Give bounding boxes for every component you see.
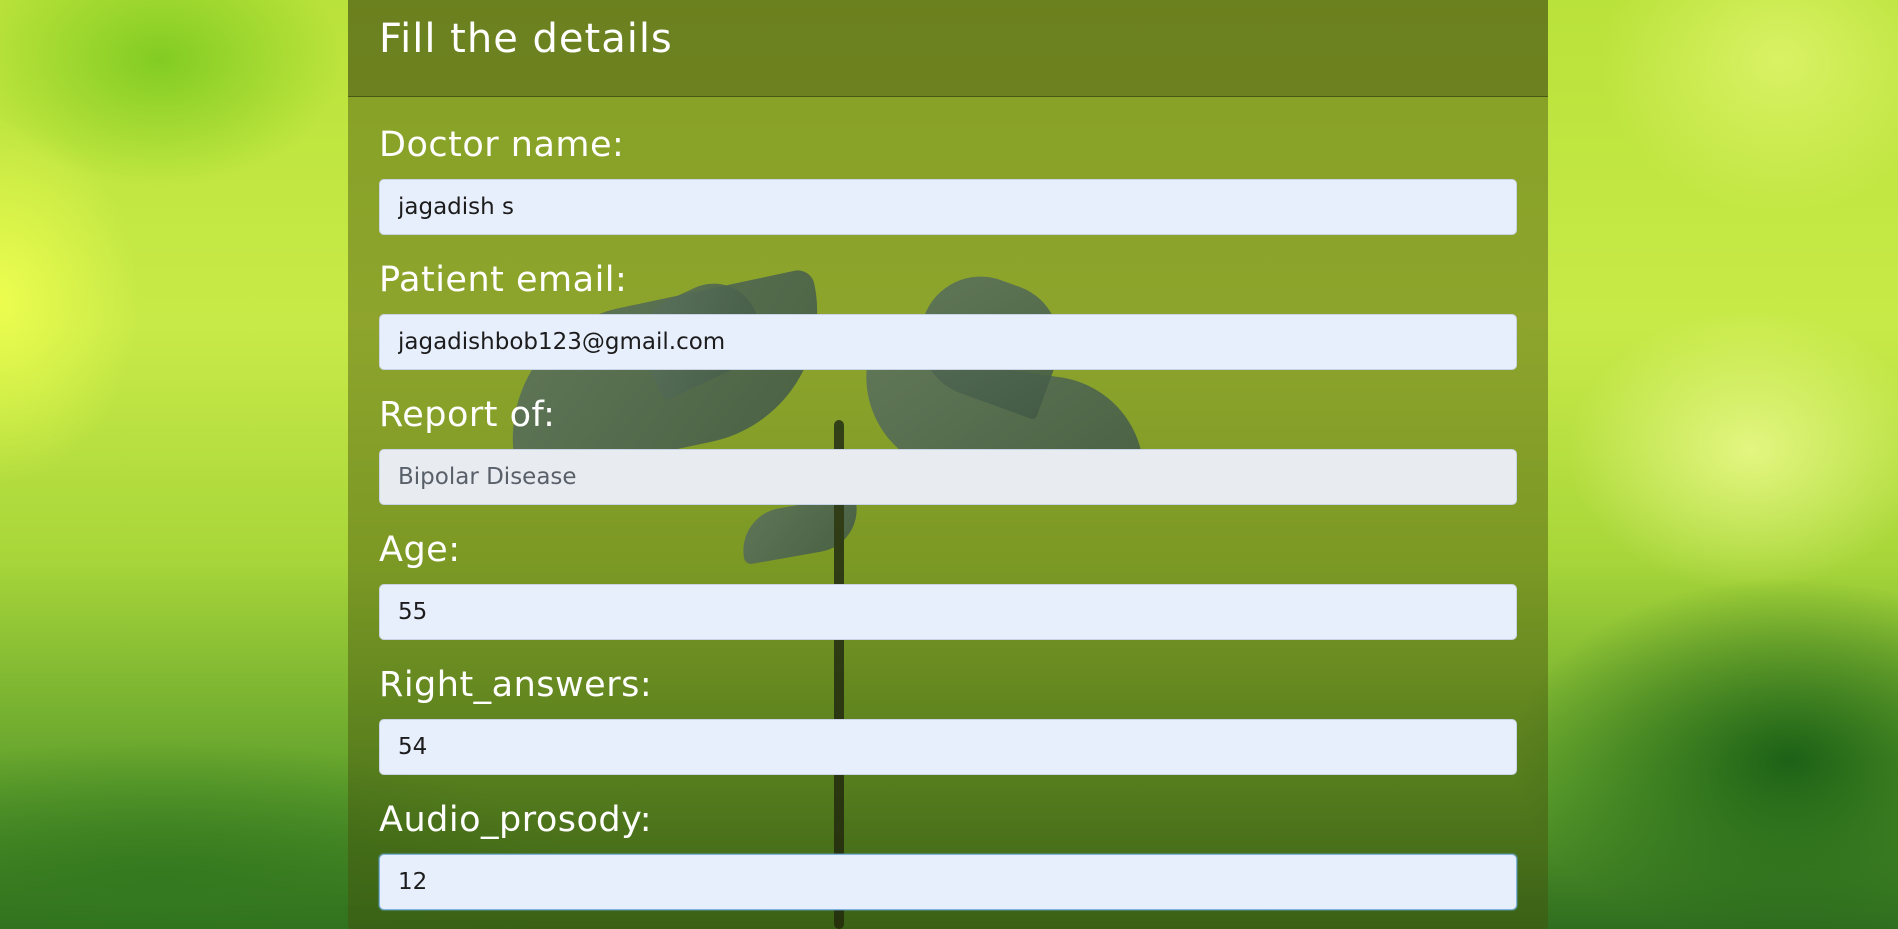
age-input[interactable] bbox=[379, 584, 1517, 640]
form-body: Doctor name: Patient email: Report of: A… bbox=[348, 97, 1548, 910]
patient-email-label: Patient email: bbox=[379, 260, 628, 300]
report-of-input bbox=[379, 449, 1517, 505]
patient-email-input[interactable] bbox=[379, 314, 1517, 370]
audio-prosody-input[interactable] bbox=[379, 854, 1517, 910]
panel-header: Fill the details bbox=[348, 0, 1548, 97]
form-title: Fill the details bbox=[379, 16, 673, 62]
doctor-name-input[interactable] bbox=[379, 179, 1517, 235]
right-answers-label: Right_answers: bbox=[379, 665, 653, 705]
report-of-label: Report of: bbox=[379, 395, 556, 435]
doctor-name-label: Doctor name: bbox=[379, 125, 625, 165]
right-answers-input[interactable] bbox=[379, 719, 1517, 775]
age-label: Age: bbox=[379, 530, 461, 570]
audio-prosody-label: Audio_prosody: bbox=[379, 800, 653, 840]
details-form-panel: Fill the details Doctor name: Patient em… bbox=[348, 0, 1548, 929]
